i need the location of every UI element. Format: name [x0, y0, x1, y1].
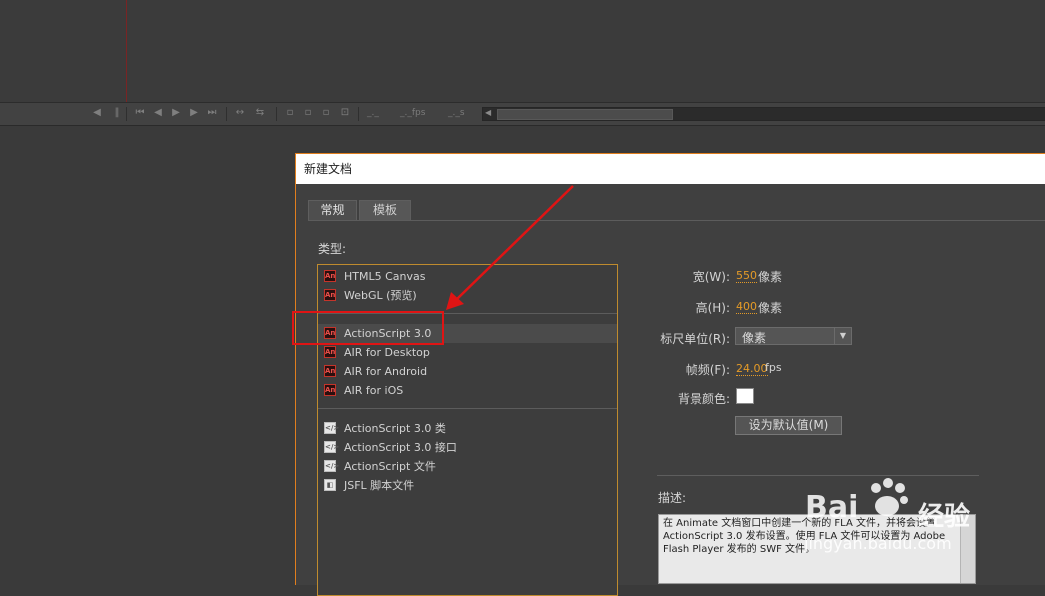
watermark-url: jingyan.baidu.com [804, 534, 952, 553]
an-icon: An [324, 346, 336, 358]
background-color-label: 背景颜色: [677, 392, 730, 406]
list-item-air-desktop[interactable]: An AIR for Desktop [318, 343, 617, 362]
paw-icon [871, 478, 908, 516]
set-default-button[interactable]: 设为默认值(M) [735, 416, 842, 435]
current-frame: _._ [367, 108, 379, 118]
timeline-separator [358, 107, 359, 121]
timeline-scrollbar[interactable]: ◀ [482, 107, 1045, 121]
last-frame-icon[interactable]: ⏭ [205, 106, 219, 120]
list-item-label: ActionScript 3.0 接口 [344, 441, 457, 454]
background-color-swatch[interactable] [736, 388, 754, 404]
height-unit: 像素 [758, 301, 783, 315]
list-item-label: AIR for Desktop [344, 346, 430, 359]
frame-rate-field[interactable]: 24.00 [736, 362, 768, 376]
list-item-label: ActionScript 3.0 类 [344, 422, 446, 435]
stage-area [0, 0, 1045, 102]
play-icon[interactable]: ▶ [169, 106, 183, 120]
ruler-units-label: 标尺单位(R): [660, 332, 730, 346]
ruler-units-select[interactable]: 像素 ▼ [735, 327, 852, 345]
width-label: 宽(W): [692, 270, 730, 284]
tab-general[interactable]: 常规 [308, 200, 357, 220]
tab-divider [308, 220, 1045, 221]
first-frame-icon[interactable]: ⏮ [133, 106, 147, 120]
script-icon: </> [324, 460, 340, 472]
list-item-jsfl[interactable]: ◧ JSFL 脚本文件 [318, 476, 617, 495]
script-icon: </> [324, 441, 340, 453]
watermark-brand-cn: 经验 [918, 502, 971, 532]
pause-icon[interactable]: ‖ [110, 106, 124, 120]
list-item-air-android[interactable]: An AIR for Android [318, 362, 617, 381]
frame-rate-label: 帧频(F): [685, 363, 730, 377]
list-item-air-ios[interactable]: An AIR for iOS [318, 381, 617, 400]
list-item-label: WebGL (预览) [344, 289, 417, 302]
height-label: 高(H): [695, 301, 730, 315]
list-item-html5-canvas[interactable]: An HTML5 Canvas [318, 267, 617, 286]
chevron-down-icon: ▼ [834, 328, 851, 344]
scroll-thumb[interactable] [497, 109, 673, 120]
an-icon: An [324, 365, 336, 377]
list-item-label: AIR for Android [344, 365, 428, 378]
list-item-as3-interface[interactable]: </> ActionScript 3.0 接口 [318, 438, 617, 457]
width-unit: 像素 [758, 270, 783, 284]
playhead-line [126, 0, 127, 102]
type-label: 类型: [318, 242, 347, 256]
frame-rate: _._fps [400, 108, 426, 118]
loop-icon[interactable]: ◀ [90, 106, 104, 120]
watermark-brand: Bai [805, 490, 859, 525]
prev-frame-icon[interactable]: ◀ [151, 106, 165, 120]
modify-markers-icon[interactable]: ⊡ [338, 106, 352, 120]
center-frame-icon[interactable]: ↔ [233, 106, 247, 120]
timeline-separator [226, 107, 227, 121]
ruler-units-value: 像素 [742, 331, 767, 345]
edit-frames-icon[interactable]: ▫ [319, 106, 333, 120]
dialog-title: 新建文档 [296, 154, 1045, 184]
list-divider [318, 408, 617, 409]
list-item-label: AIR for iOS [344, 384, 404, 397]
description-label: 描述: [658, 491, 687, 505]
script-icon: </> [324, 422, 340, 434]
height-field[interactable]: 400 [736, 300, 757, 314]
timeline-separator [276, 107, 277, 121]
list-item-as-file[interactable]: </> ActionScript 文件 [318, 457, 617, 476]
highlight-box [292, 311, 444, 345]
timeline-separator [126, 107, 127, 121]
scroll-left-icon[interactable]: ◀ [485, 108, 491, 117]
list-item-label: JSFL 脚本文件 [344, 479, 415, 492]
loop-range-icon[interactable]: ⇆ [253, 106, 267, 120]
list-item-as3-class[interactable]: </> ActionScript 3.0 类 [318, 419, 617, 438]
an-icon: An [324, 289, 336, 301]
timeline-controls: ◀ ‖ ⏮ ◀ ▶ ▶ ⏭ ↔ ⇆ ▫ ▫ ▫ ⊡ _._ _._fps _._… [0, 102, 1045, 126]
list-item-label: HTML5 Canvas [344, 270, 426, 283]
onion-outline-icon[interactable]: ▫ [301, 106, 315, 120]
width-field[interactable]: 550 [736, 269, 757, 283]
frame-rate-unit: fps [765, 361, 782, 374]
elapsed-time: _._s [448, 108, 465, 118]
next-frame-icon[interactable]: ▶ [187, 106, 201, 120]
list-item-label: ActionScript 文件 [344, 460, 436, 473]
jsfl-icon: ◧ [324, 479, 336, 491]
list-item-webgl[interactable]: An WebGL (预览) [318, 286, 617, 305]
an-icon: An [324, 270, 336, 282]
baidu-watermark: Bai 经验 jingyan.baidu.com [800, 470, 1045, 560]
onion-skin-icon[interactable]: ▫ [283, 106, 297, 120]
an-icon: An [324, 384, 336, 396]
tab-templates[interactable]: 模板 [359, 200, 411, 220]
